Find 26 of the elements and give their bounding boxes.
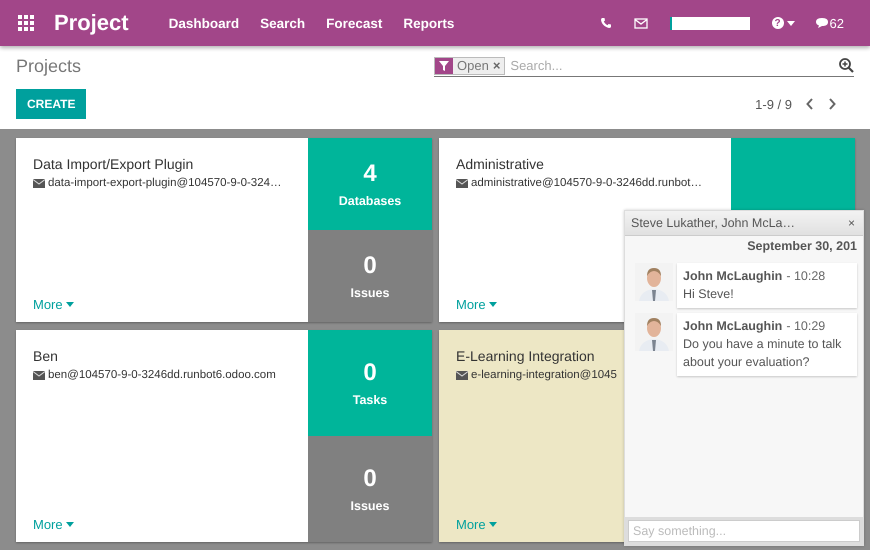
stat-value: 0 bbox=[363, 465, 377, 493]
message-time: - 10:28 bbox=[786, 269, 826, 283]
pager-counter: 1-9 / 9 bbox=[755, 96, 792, 112]
stat-label: Databases bbox=[338, 194, 402, 208]
message-time: - 10:29 bbox=[786, 319, 826, 333]
stat-value: 4 bbox=[363, 160, 377, 188]
project-email: e-learning-integration@1045 bbox=[471, 369, 617, 381]
app-title: Project bbox=[54, 10, 129, 36]
message-author: John McLaughin bbox=[683, 269, 782, 283]
project-name: Data Import/Export Plugin bbox=[33, 156, 194, 172]
date-separator: September 30, 201 bbox=[747, 239, 857, 253]
message-text: Do you have a minute to talk about your evaluation? bbox=[683, 337, 842, 369]
project-name: E-Learning Integration bbox=[456, 348, 595, 364]
stat-label: Tasks bbox=[352, 393, 388, 407]
stat-value: 0 bbox=[363, 252, 377, 280]
project-name: Administrative bbox=[456, 156, 544, 172]
project-email: administrative@104570-9-0-3246dd.runbot… bbox=[471, 177, 702, 189]
message-author: John McLaughin bbox=[683, 319, 782, 333]
stat-label: Issues bbox=[350, 499, 390, 513]
stat-value: 0 bbox=[363, 359, 377, 387]
message-text: Hi Steve! bbox=[683, 287, 734, 301]
project-name: Ben bbox=[33, 348, 58, 364]
breadcrumb: Projects bbox=[16, 56, 82, 77]
project-email: ben@104570-9-0-3246dd.runbot6.odoo.com bbox=[48, 369, 276, 381]
project-email: data-import-export-plugin@104570-9-0-324… bbox=[48, 177, 282, 189]
stat-label: Issues bbox=[350, 286, 390, 300]
